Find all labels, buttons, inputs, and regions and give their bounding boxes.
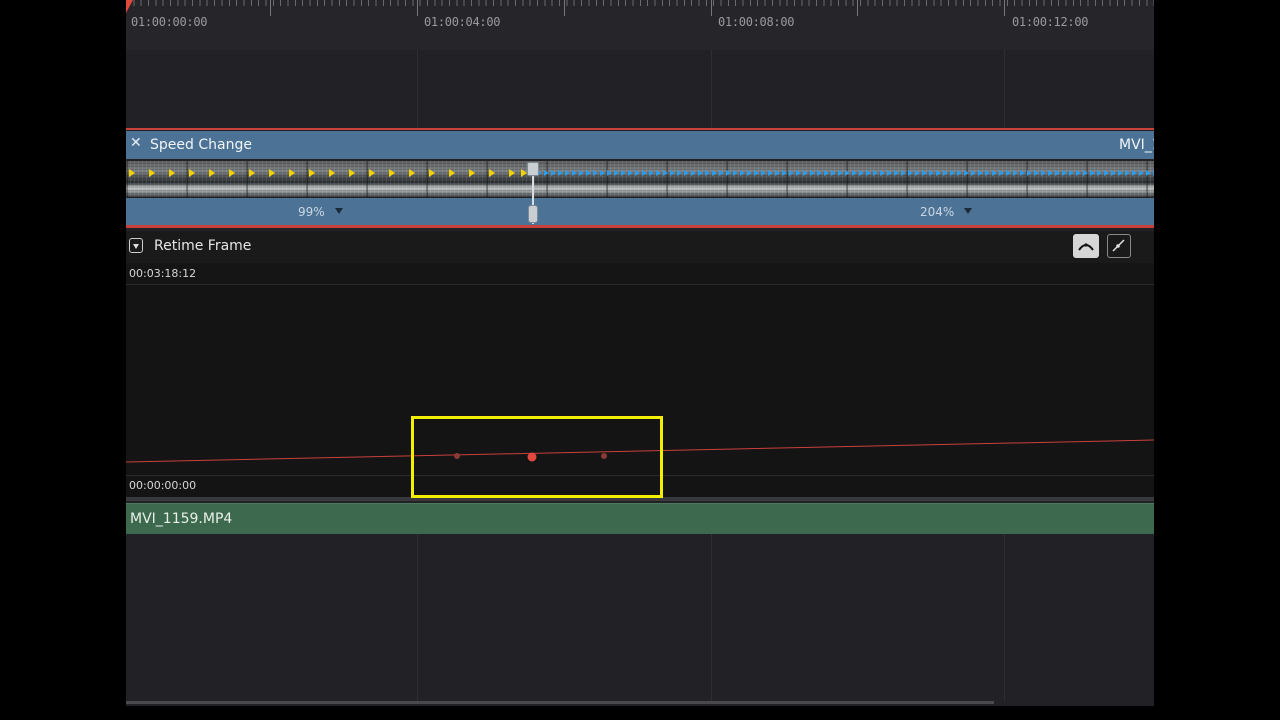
gridline xyxy=(1004,534,1005,701)
ruler-timecode: 01:00:00:00 xyxy=(131,15,208,29)
retime-curve-top-bar: 00:03:18:12 xyxy=(126,263,1154,285)
ruler-major-tick xyxy=(564,0,565,16)
triangle-down-icon xyxy=(133,244,139,249)
ruler-timecode: 01:00:12:00 xyxy=(1012,15,1089,29)
video-clip-name: MVI_1159.MP4 xyxy=(130,511,233,527)
retime-timecode-bottom: 00:00:00:00 xyxy=(129,479,197,492)
gridline xyxy=(417,50,418,128)
video-clip[interactable]: MVI_1159.MP4 xyxy=(126,503,1154,534)
speed-point-handle-bottom[interactable] xyxy=(528,205,538,223)
ruler-major-tick xyxy=(711,0,712,16)
speed-change-footer: 99% 204% xyxy=(126,198,1154,225)
linear-curve-button[interactable] xyxy=(1107,234,1131,258)
filmstrip-texture xyxy=(126,161,1154,197)
retime-frame-title: Retime Frame xyxy=(154,238,252,254)
clip-border-top xyxy=(126,128,1154,130)
speed-arrows-slow xyxy=(129,169,527,177)
speed-percent-left[interactable]: 99% xyxy=(298,205,325,219)
ruler-timecode: 01:00:08:00 xyxy=(718,15,795,29)
chevron-down-icon[interactable] xyxy=(335,208,343,214)
speed-change-clip[interactable]: ✕ Speed Change MVI_1 xyxy=(126,128,1154,228)
retime-frame-header: Retime Frame xyxy=(126,231,1154,263)
speed-percent-right[interactable]: 204% xyxy=(920,205,954,219)
speed-arrows-fast xyxy=(536,168,1154,178)
ease-curve-icon xyxy=(1078,243,1094,251)
ruler-timecode: 01:00:04:00 xyxy=(424,15,501,29)
speed-change-header: ✕ Speed Change MVI_1 xyxy=(126,131,1154,159)
horizontal-scrollbar[interactable] xyxy=(126,701,994,704)
chevron-down-icon[interactable] xyxy=(964,208,972,214)
gridline xyxy=(417,534,418,701)
highlight-box xyxy=(411,416,663,498)
speed-point-handle-top[interactable] xyxy=(527,162,539,176)
timeline-panel: 01:00:00:00 01:00:04:00 01:00:08:00 01:0… xyxy=(126,0,1154,706)
ruler-major-tick xyxy=(1004,0,1005,16)
close-icon[interactable]: ✕ xyxy=(130,135,142,151)
gridline xyxy=(1004,50,1005,128)
linear-curve-icon xyxy=(1112,239,1125,252)
ease-curve-button[interactable] xyxy=(1073,234,1099,258)
clip-name-label: MVI_1 xyxy=(1119,137,1154,153)
timeline-ruler[interactable]: 01:00:00:00 01:00:04:00 01:00:08:00 01:0… xyxy=(126,0,1154,50)
playhead-marker[interactable] xyxy=(126,0,133,13)
ruler-ticks xyxy=(126,0,1154,6)
gridline xyxy=(711,50,712,128)
clip-filmstrip xyxy=(126,161,1154,197)
collapse-toggle[interactable] xyxy=(129,238,143,253)
ruler-major-tick xyxy=(417,0,418,16)
ruler-major-tick xyxy=(857,0,858,16)
clip-border-bottom xyxy=(126,225,1154,228)
gridline xyxy=(711,534,712,701)
ruler-major-tick xyxy=(270,0,271,16)
retime-timecode-top: 00:03:18:12 xyxy=(129,267,197,280)
speed-change-title: Speed Change xyxy=(150,137,252,153)
